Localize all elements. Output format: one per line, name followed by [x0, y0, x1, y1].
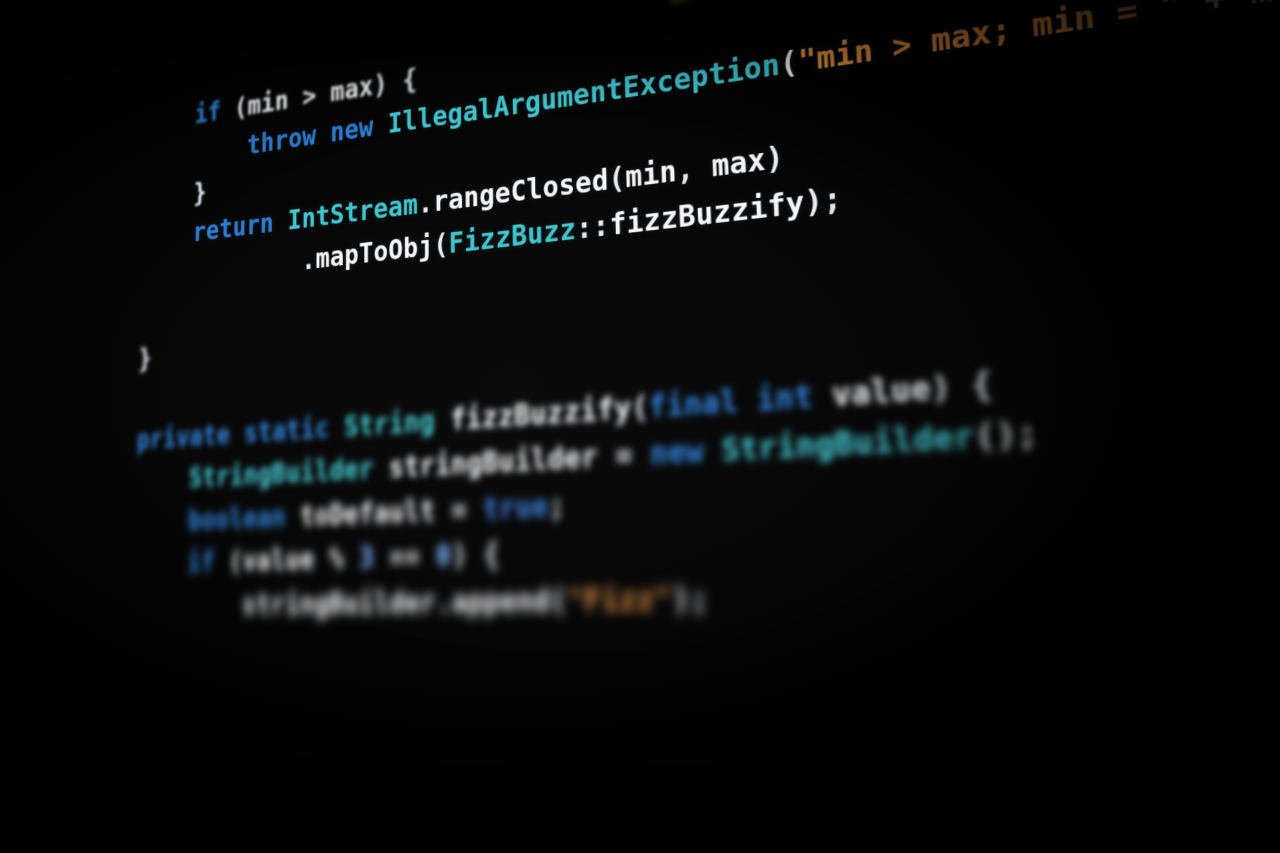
token-type: IllegalArgumentException [388, 48, 781, 141]
token-var: max [711, 143, 766, 185]
token-var: stringBuilder [389, 440, 599, 485]
token-kw: static [244, 412, 330, 450]
token-var: min [1248, 0, 1280, 13]
token-pn [703, 432, 722, 469]
token-pn: ( [215, 545, 243, 578]
token-pn [329, 411, 344, 445]
code-line: stringBuilder.append("Fizz"); [133, 580, 709, 622]
photo-scene: … is negative; min = " + min); if (min >… [0, 0, 1280, 853]
token-pn: ); [671, 580, 709, 618]
token-pn [316, 118, 330, 151]
token-pn [230, 418, 244, 451]
token-fn: fizzBuzzify [450, 390, 632, 436]
token-pn: ) { [930, 365, 994, 408]
token-kw: new [330, 111, 373, 148]
token-pn: } [142, 177, 207, 216]
code-block: … is negative; min = " + min); if (min >… [83, 0, 1280, 629]
token-pn [143, 100, 195, 138]
token-pn: ) { [373, 63, 417, 101]
token-kw: if [187, 546, 215, 579]
token-kw: final [648, 383, 739, 425]
token-var: stringBuilder [242, 585, 436, 621]
token-pn [133, 589, 242, 623]
code-line: if (value % 3 == 0) { [134, 537, 500, 580]
token-pn [374, 451, 389, 485]
token-kw: boolean [188, 500, 286, 536]
token-num: 0 [436, 539, 452, 574]
token-pn: == [374, 539, 436, 575]
token-var: min [625, 154, 677, 195]
token-pn: ) { [451, 537, 500, 573]
token-pn [738, 382, 758, 420]
token-pn [137, 383, 151, 415]
token-pn [139, 303, 153, 334]
token-var: toDefault [300, 494, 436, 533]
token-kw: return [193, 208, 274, 249]
token-pn: . [436, 585, 452, 620]
token-pn: ( [221, 91, 248, 125]
token-var: value [831, 369, 932, 413]
token-kw: int [756, 378, 814, 419]
code-line: boolean toDefault = true; [135, 488, 566, 538]
token-type: FizzBuzz [449, 212, 577, 260]
token-pn [136, 463, 190, 497]
token-type: IntStream [288, 189, 419, 237]
token-pn: . [418, 187, 433, 221]
token-pn: % [314, 542, 359, 577]
token-pn: (); [974, 414, 1040, 457]
token-pn: ( [779, 45, 799, 82]
token-str: "min > max; min = " [797, 0, 1183, 80]
token-pn [373, 109, 388, 142]
token-pn [142, 131, 247, 176]
token-type: StringBuilder [721, 418, 976, 469]
token-pn [134, 547, 188, 580]
token-pn: ) [765, 140, 785, 178]
token-pn: ( [433, 228, 449, 262]
code-line: } [138, 343, 152, 375]
token-pn [435, 403, 451, 438]
token-pn: } [138, 343, 152, 375]
token-pn: ( [608, 161, 626, 197]
token-pn: , [676, 150, 712, 189]
token-kw: private [136, 419, 230, 456]
token-fn: append [452, 583, 551, 620]
token-kw: new [650, 433, 705, 472]
token-pn: = [598, 437, 651, 475]
code-line: } [142, 177, 207, 216]
token-kw: if [195, 96, 222, 130]
token-pn: ( [550, 583, 568, 619]
token-pn [286, 500, 301, 533]
token-type: StringBuilder [189, 452, 374, 494]
token-var: max [330, 70, 373, 108]
screen-plane: … is negative; min = " + min); if (min >… [75, 0, 1280, 853]
token-pn: > [288, 78, 330, 115]
token-pn [812, 376, 833, 414]
token-pn: :: [576, 208, 610, 246]
token-var: min [248, 85, 289, 122]
token-pn: ; [548, 488, 565, 524]
token-var: value [243, 543, 315, 578]
token-fn: mapToObj [316, 229, 434, 275]
token-num: 3 [359, 541, 374, 575]
token-pn [135, 505, 189, 539]
code-line [137, 383, 151, 415]
token-kw: throw [247, 120, 316, 161]
token-pn [274, 206, 288, 239]
token-type: String [344, 404, 435, 443]
token-pn: ( [631, 389, 649, 426]
token-str: "Fizz" [567, 581, 673, 619]
token-lit: true [483, 489, 549, 527]
token-pn: = [435, 492, 483, 528]
code-line [139, 303, 153, 334]
token-pn [141, 218, 193, 254]
token-pn: + [1180, 0, 1251, 23]
token-pn: ); [804, 180, 843, 220]
